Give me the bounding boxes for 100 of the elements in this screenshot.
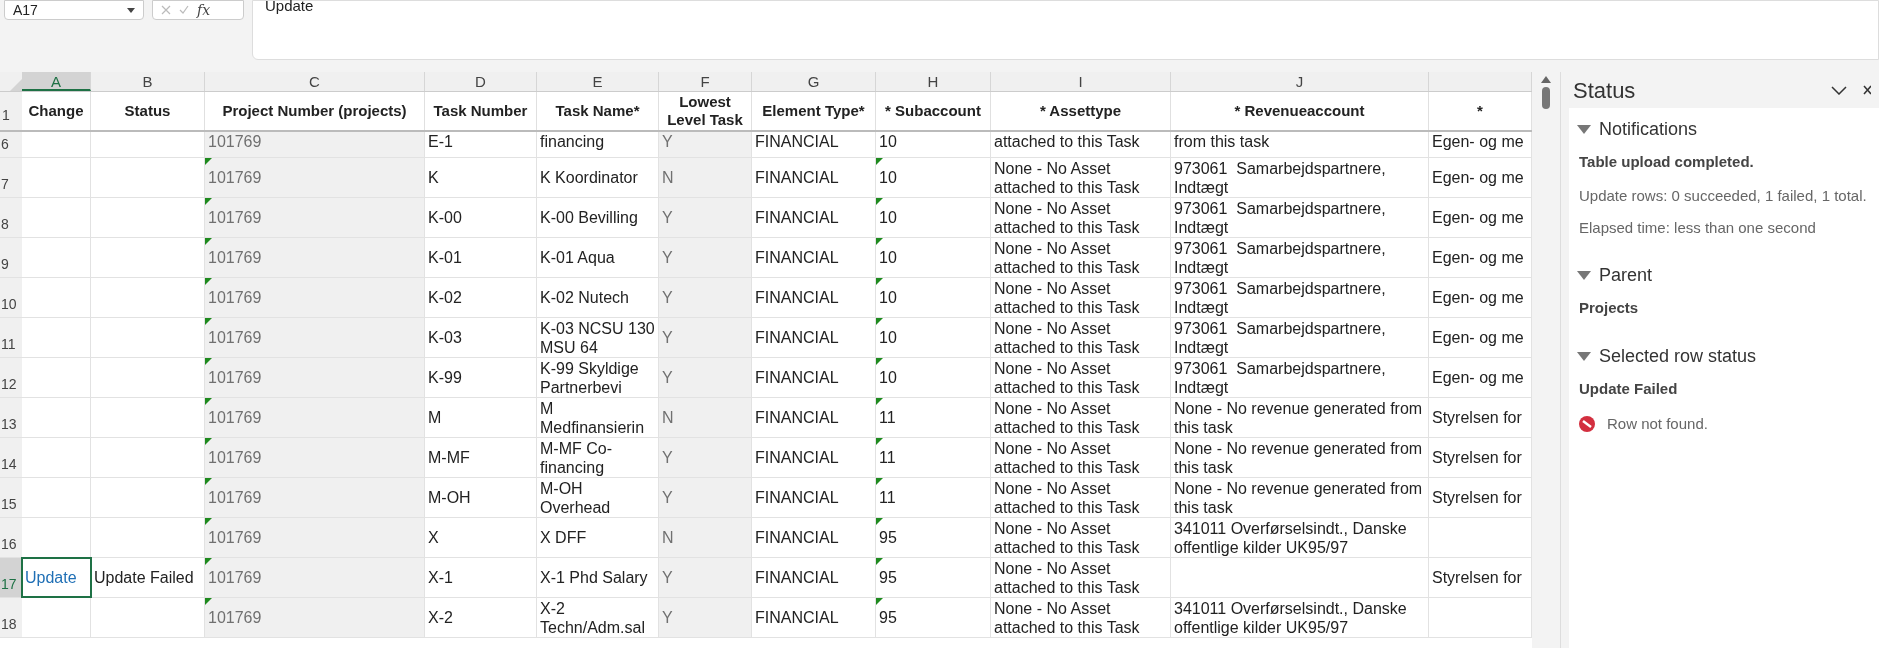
column-heading: Element Type* [762,102,865,120]
row-number[interactable]: 10 [0,278,22,317]
column-header[interactable]: A [22,72,91,91]
status-heading: Table upload completed. [1578,152,1755,172]
table-cell: E-1 [428,132,453,151]
table-cell: X DFF [540,528,587,547]
table-cell: N [662,528,674,547]
row-number[interactable]: 8 [0,198,22,237]
error-message: Row not found. [1607,413,1708,434]
table-cell-text: None - No Asset attached to this Task [994,318,1141,357]
column-header[interactable]: F [659,72,752,91]
column-header[interactable]: I [991,72,1171,91]
selected-cell[interactable]: Update [22,558,91,597]
row-number[interactable]: 9 [0,238,22,277]
row-number[interactable]: 14 [0,438,22,477]
row-number[interactable]: 6 [0,132,22,157]
table-cell-text: M Medfinansierin [540,398,646,437]
row-number[interactable]: 11 [0,318,22,357]
table-cell: K-00 Bevilling [540,208,638,227]
table-cell: 95 [879,608,897,627]
column-header[interactable]: J [1171,72,1429,91]
row-number[interactable]: 16 [0,518,22,557]
column-header[interactable]: H [876,72,991,91]
formula-field[interactable]: Update [252,0,1879,60]
function-label[interactable]: fx [197,3,211,17]
table-cell: 101769 [208,208,262,227]
column-heading: * [1477,102,1483,120]
table-cell: X-2 [428,608,453,627]
table-cell: Y [662,248,673,267]
column-header[interactable]: C [205,72,425,91]
table-cell: 11 [879,488,896,507]
table-cell-text: 341011 Overførselsindt., Danske offentlige kilder UK95/97 [1174,518,1408,557]
status-heading: Update Failed [1578,379,1679,399]
row-number[interactable]: 7 [0,158,22,197]
table-cell: X-1 [428,568,453,587]
row-number[interactable]: 15 [0,478,22,517]
table-cell: FINANCIAL [755,288,839,307]
table-cell: K-03 [428,328,462,347]
table-cell: X-1 Phd Salary [540,568,648,587]
table-cell: from this task [1174,132,1270,151]
chevron-down-icon[interactable] [1831,85,1847,95]
table-cell: Egen- og me [1432,208,1524,227]
table-cell: Y [662,328,673,347]
table-cell: K [428,168,439,187]
status-text: Elapsed time: less than one second [1578,217,1817,238]
table-cell: Egen- og me [1432,248,1524,267]
table-cell-text: M-MF Co-financing [540,438,613,477]
table-cell: K Koordinator [540,168,638,187]
table-cell: 10 [879,288,897,307]
table-cell-text: X-2 Techn/Adm.sal [540,598,646,637]
table-cell: K-02 [428,288,462,307]
table-cell: Egen- og me [1432,368,1524,387]
table-cell-text: None - No Asset attached to this Task [994,158,1141,197]
table-cell: 10 [879,328,897,347]
column-heading: Project Number (projects) [222,102,407,120]
table-cell: Y [662,488,673,507]
section-header[interactable]: Parent [1577,261,1879,289]
table-cell: Egen- og me [1432,168,1524,187]
table-cell: Styrelsen for [1432,488,1522,507]
row-number[interactable]: 18 [0,598,22,637]
status-text: Update rows: 0 succeeded, 1 failed, 1 total. [1578,185,1868,206]
cancel-icon[interactable] [161,5,171,15]
table-cell: Egen- og me [1432,132,1524,151]
name-box[interactable]: A17 [4,0,144,20]
table-cell: FINANCIAL [755,368,839,387]
table-cell: 101769 [208,488,262,507]
row-number[interactable]: 17 [0,558,22,597]
table-cell-text: 973061 Samarbejdspartnere, Indtægt [1174,278,1387,317]
table-cell: 101769 [208,608,262,627]
scroll-thumb[interactable] [1542,87,1550,109]
table-cell-text: K-99 Skyldige Partnerbevi [540,358,640,397]
table-cell-text: None - No Asset attached to this Task [994,478,1141,517]
column-header[interactable]: D [425,72,537,91]
table-cell-text: None - No Asset attached to this Task [994,198,1141,237]
row-number[interactable]: 13 [0,398,22,437]
column-header[interactable]: B [91,72,205,91]
column-heading: Lowest Level Task [666,93,744,129]
table-cell: financing [540,132,605,151]
table-cell: 101769 [208,328,262,347]
table-cell: X [428,528,439,547]
table-cell: K-00 [428,208,462,227]
table-cell: M-OH [428,488,471,507]
table-cell: 101769 [208,248,262,267]
scroll-up-icon[interactable] [1541,76,1551,83]
table-cell: Y [662,288,673,307]
table-cell: 10 [879,168,897,187]
table-cell: 10 [879,248,897,267]
section-header[interactable]: Selected row status [1577,343,1879,370]
table-cell-text: None - No revenue generated from this task [1174,438,1424,477]
table-cell: 95 [879,528,897,547]
table-cell: N [662,168,674,187]
table-cell: 10 [879,368,897,387]
column-header[interactable]: G [752,72,876,91]
row-number[interactable]: 1 [0,92,22,130]
column-header[interactable]: E [537,72,659,91]
check-icon[interactable] [179,5,189,15]
close-icon[interactable] [1863,84,1871,96]
table-cell: FINANCIAL [755,488,839,507]
section-header[interactable]: Notifications [1577,116,1879,143]
row-number[interactable]: 12 [0,358,22,397]
